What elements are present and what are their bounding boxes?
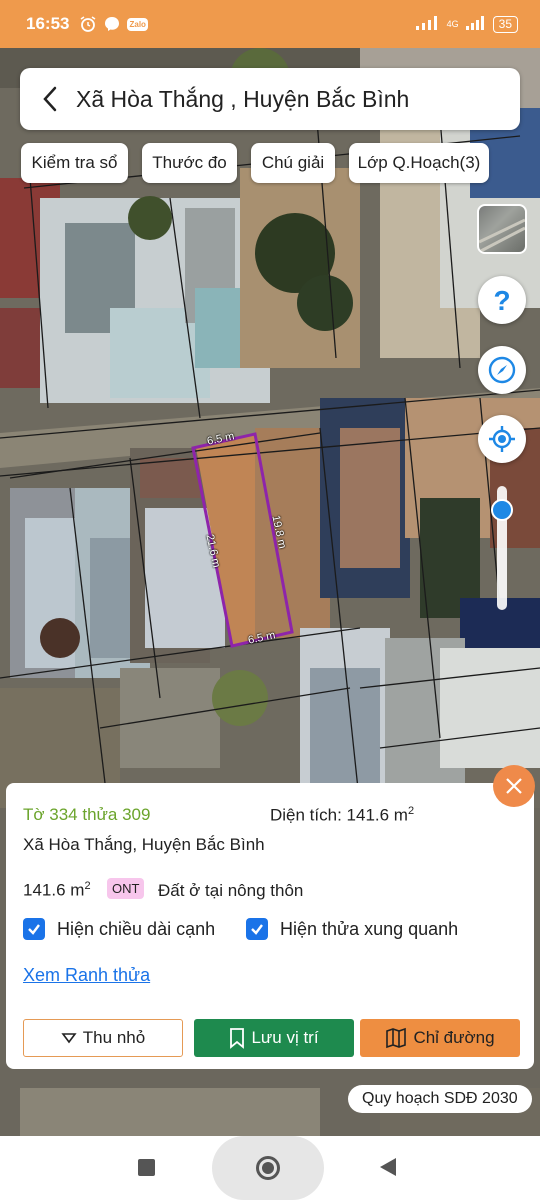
save-location-button[interactable]: Lưu vị trí (194, 1019, 354, 1057)
save-location-label: Lưu vị trí (251, 1028, 319, 1047)
collapse-button[interactable]: Thu nhỏ (23, 1019, 183, 1057)
land-type: Đất ở tại nông thôn (158, 881, 304, 900)
zalo-icon: Zalo (127, 17, 148, 31)
ruler-button[interactable]: Thước đo (142, 143, 237, 183)
triangle-down-icon (61, 1033, 77, 1044)
status-bar: 16:53 Zalo 4G 35 (0, 0, 540, 48)
parcel-info-panel: Tờ 334 thửa 309 Diện tích: 141.6 m2 Xã H… (6, 783, 534, 1069)
location-header: Xã Hòa Thắng , Huyện Bắc Bình (20, 68, 520, 130)
locate-icon (489, 426, 515, 452)
recent-apps-icon[interactable] (138, 1159, 155, 1176)
parcel-address: Xã Hòa Thắng, Huyện Bắc Bình (23, 835, 265, 854)
status-time: 16:53 (26, 14, 70, 33)
page-title: Xã Hòa Thắng , Huyện Bắc Bình (76, 85, 410, 112)
map-icon (386, 1027, 407, 1049)
parcel-area: Diện tích: 141.6 m2 (270, 805, 415, 825)
compass-button[interactable] (478, 346, 526, 394)
help-button[interactable]: ? (478, 276, 526, 324)
messenger-icon (103, 15, 121, 33)
checkbox-label: Hiện chiều dài cạnh (57, 918, 216, 939)
alarm-icon (79, 15, 97, 33)
close-icon (506, 778, 522, 794)
compass-icon (488, 356, 516, 384)
show-neighbors-checkbox[interactable]: Hiện thửa xung quanh (246, 918, 458, 940)
view-boundary-link[interactable]: Xem Ranh thửa (23, 965, 150, 986)
help-icon: ? (493, 285, 510, 315)
legend-button[interactable]: Chú giải (251, 143, 335, 183)
system-nav-bar (0, 1136, 540, 1200)
zoom-slider-handle[interactable] (491, 498, 513, 521)
land-area: 141.6 m2 (23, 880, 91, 900)
planning-year-label: Quy hoạch SDĐ 2030 (348, 1085, 532, 1113)
back-button[interactable] (38, 84, 62, 114)
show-edge-length-checkbox[interactable]: Hiện chiều dài cạnh (23, 918, 215, 940)
locate-button[interactable] (478, 415, 526, 463)
checkbox-checked-icon (246, 918, 268, 940)
chevron-left-icon (43, 86, 57, 112)
battery-icon: 35 (492, 15, 518, 33)
back-icon[interactable] (380, 1158, 396, 1176)
directions-button[interactable]: Chỉ đường (360, 1019, 520, 1057)
check-book-button[interactable]: Kiểm tra sổ (21, 143, 128, 183)
map-layer-thumbnail[interactable] (477, 204, 527, 254)
signal-icon (415, 15, 441, 33)
bookmark-icon (230, 1028, 245, 1049)
parcel-id: Tờ 334 thửa 309 (23, 805, 151, 824)
planning-layer-button[interactable]: Lớp Q.Hoạch(3) (349, 143, 489, 183)
collapse-label: Thu nhỏ (82, 1028, 146, 1047)
land-code-badge: ONT (107, 878, 145, 899)
signal-icon (465, 15, 487, 33)
home-icon[interactable] (256, 1156, 280, 1180)
checkbox-checked-icon (23, 918, 45, 940)
svg-text:?: ? (493, 285, 510, 315)
network-type: 4G (446, 19, 459, 29)
close-button[interactable] (493, 765, 535, 807)
checkbox-label: Hiện thửa xung quanh (280, 918, 459, 939)
directions-label: Chỉ đường (413, 1028, 495, 1047)
